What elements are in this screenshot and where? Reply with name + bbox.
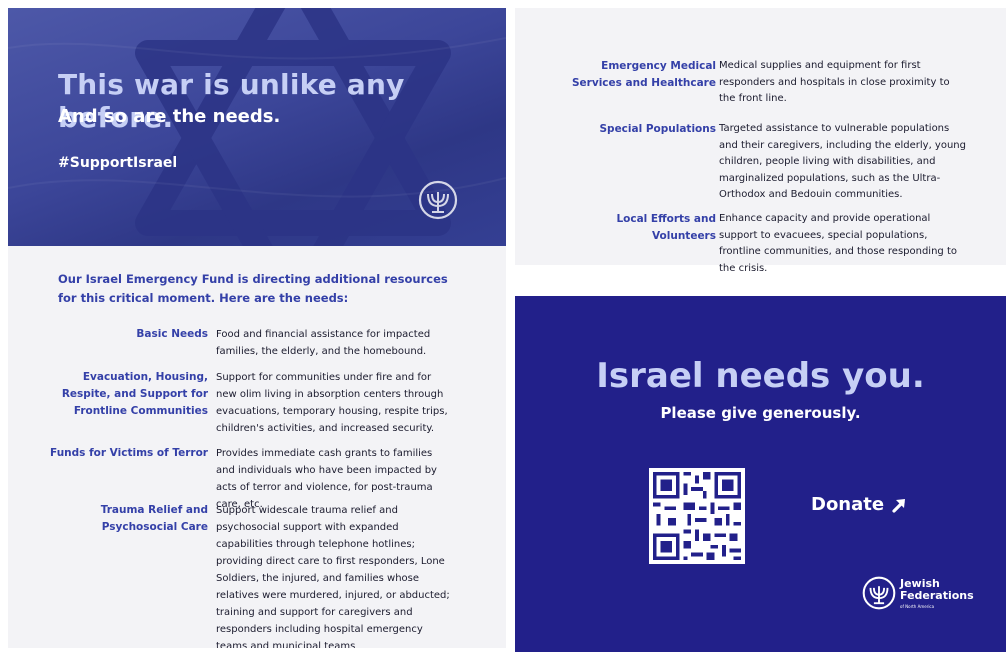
need-label: Basic Needs <box>136 328 208 340</box>
donate-link[interactable]: Donate <box>811 494 908 515</box>
donation-cta-panel: Israel needs you. Please give generously… <box>515 296 1006 652</box>
hero-subtitle: And so are the needs. <box>58 106 281 127</box>
right-needs-panel: Emergency Medical Services and Healthcar… <box>515 8 1006 274</box>
need-description: Targeted assistance to vulnerable popula… <box>719 123 966 200</box>
need-description: Medical supplies and equipment for first… <box>719 60 950 104</box>
need-label: Local Efforts and Volunteers <box>616 213 716 242</box>
need-label: Special Populations <box>599 123 716 135</box>
cta-subtitle: Please give generously. <box>660 404 861 422</box>
donate-label: Donate <box>811 494 885 515</box>
need-description: Enhance capacity and provide operational… <box>719 213 957 274</box>
need-label: Funds for Victims of Terror <box>50 447 208 459</box>
need-description: Support widescale trauma relief and psyc… <box>216 505 450 648</box>
menorah-logo-icon <box>862 576 896 610</box>
menorah-logo-icon <box>418 180 458 220</box>
need-label: Trauma Relief and Psychosocial Care <box>100 504 208 533</box>
intro-text: Our Israel Emergency Fund is directing a… <box>58 272 448 305</box>
need-label: Emergency Medical Services and Healthcar… <box>572 60 716 89</box>
hero-hashtag: #SupportIsrael <box>58 155 178 171</box>
qr-code-icon[interactable] <box>649 468 745 564</box>
need-description: Food and financial assistance for impact… <box>216 329 431 357</box>
arrow-up-right-icon <box>892 498 906 513</box>
org-name: Jewish Federations <box>900 577 974 602</box>
hero-banner: This war is unlike any before. And so ar… <box>8 8 506 246</box>
need-label: Evacuation, Housing, Respite, and Suppor… <box>61 371 208 417</box>
org-tagline: of North America <box>900 604 935 609</box>
left-flyer-panel: This war is unlike any before. And so ar… <box>8 8 506 648</box>
cta-title: Israel needs you. <box>596 356 925 396</box>
need-description: Support for communities under fire and f… <box>216 372 448 434</box>
